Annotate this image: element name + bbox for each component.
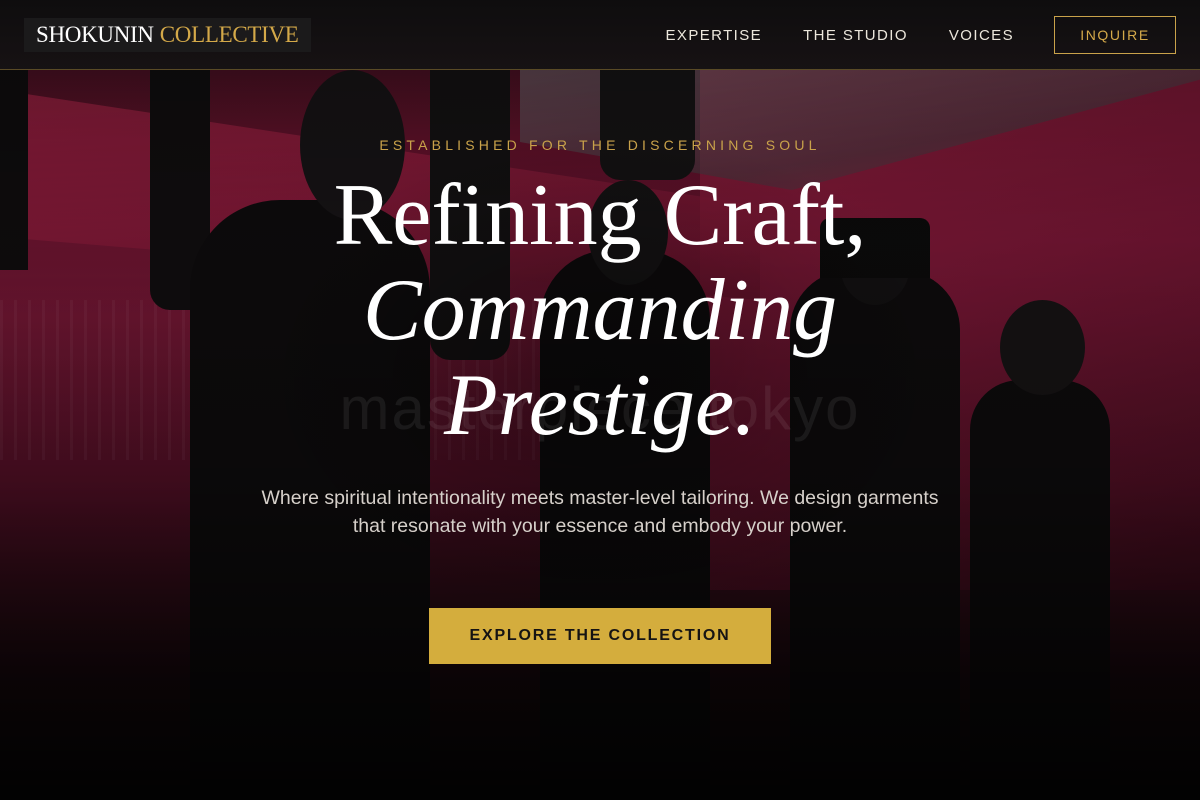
hero-eyebrow: ESTABLISHED FOR THE DISCERNING SOUL — [379, 137, 821, 153]
hero-headline: Refining Craft, Commanding Prestige. — [0, 168, 1200, 453]
site-header: SHOKUNIN COLLECTIVE EXPERTISE THE STUDIO… — [0, 0, 1200, 70]
headline-line-2: Commanding — [362, 262, 838, 359]
nav-item-expertise[interactable]: EXPERTISE — [666, 27, 763, 44]
inquire-button[interactable]: INQUIRE — [1054, 16, 1176, 54]
nav-item-the-studio[interactable]: THE STUDIO — [803, 27, 908, 44]
nav-item-voices[interactable]: VOICES — [949, 27, 1014, 44]
brand-name-secondary: COLLECTIVE — [159, 22, 299, 47]
headline-line-3: Prestige. — [444, 357, 756, 454]
headline-line-1: Refining Craft, — [333, 167, 867, 264]
explore-collection-button[interactable]: EXPLORE THE COLLECTION — [429, 608, 771, 664]
hero-section: ESTABLISHED FOR THE DISCERNING SOUL mast… — [0, 70, 1200, 800]
brand-logo[interactable]: SHOKUNIN COLLECTIVE — [24, 18, 311, 52]
brand-name-primary: SHOKUNIN — [36, 22, 154, 47]
hero-lead-text: Where spiritual intentionality meets mas… — [261, 487, 939, 537]
main-nav: EXPERTISE THE STUDIO VOICES — [666, 0, 1014, 70]
